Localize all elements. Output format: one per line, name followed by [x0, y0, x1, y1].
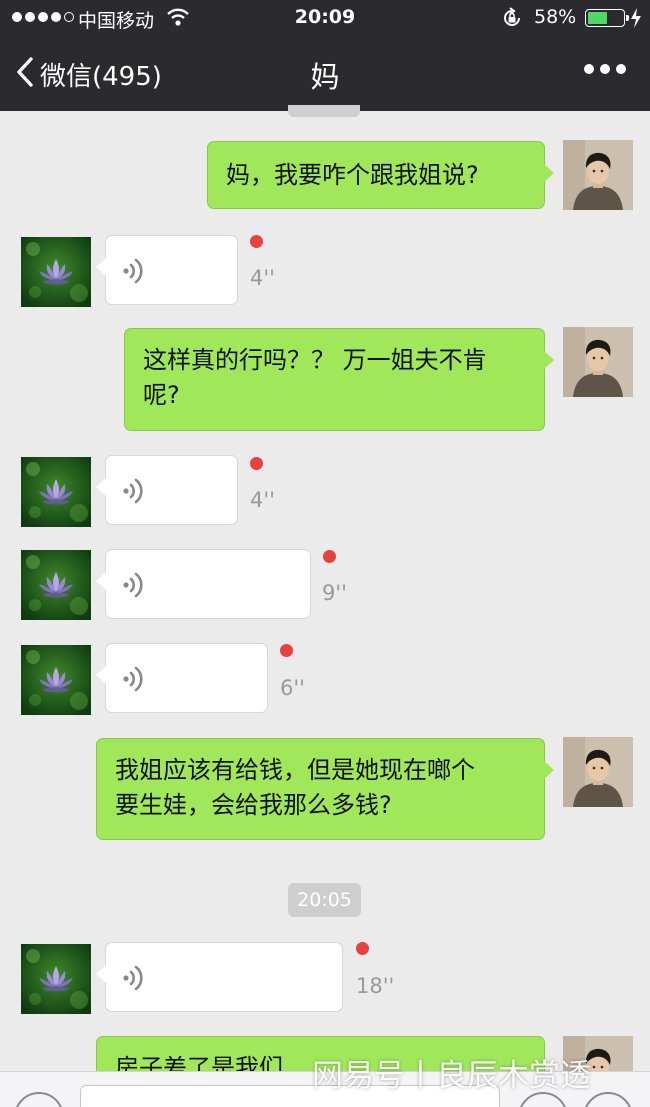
voice-duration: 6''	[280, 676, 305, 700]
unread-dot	[323, 550, 336, 563]
contact-avatar[interactable]	[21, 237, 91, 307]
contact-avatar[interactable]	[21, 457, 91, 527]
voice-message-bubble[interactable]	[96, 549, 311, 619]
time-stamp: 20:05	[288, 883, 361, 917]
chat-title: 妈	[310, 60, 340, 94]
voice-message-bubble[interactable]	[96, 643, 268, 713]
voice-duration: 18''	[356, 974, 395, 998]
status-bar: 中国移动 20:09 58%	[0, 0, 650, 36]
voice-duration: 4''	[250, 266, 275, 290]
battery-icon	[585, 9, 629, 27]
nav-bar: 微信(495) 妈	[0, 36, 650, 111]
voice-wave-icon	[122, 664, 146, 698]
voice-toggle-button[interactable]	[14, 1092, 64, 1107]
outgoing-text-bubble[interactable]: 我姐应该有给钱，但是她现在啷个 要生娃，会给我那么多钱?	[96, 738, 554, 840]
contact-avatar[interactable]	[21, 550, 91, 620]
voice-wave-icon	[122, 256, 146, 290]
my-avatar[interactable]	[563, 327, 633, 397]
outgoing-text-bubble[interactable]: 妈，我要咋个跟我姐说?	[207, 141, 554, 209]
battery-percent: 58%	[534, 6, 577, 28]
voice-wave-icon	[122, 476, 146, 510]
rotation-lock-icon	[501, 7, 523, 34]
my-avatar[interactable]	[563, 140, 633, 210]
unread-dot	[356, 942, 369, 955]
contact-avatar[interactable]	[21, 944, 91, 1014]
unread-dot	[280, 644, 293, 657]
voice-message-bubble[interactable]	[96, 455, 238, 525]
outgoing-text-bubble[interactable]: 这样真的行吗？？ 万一姐夫不肯 呢?	[124, 328, 554, 431]
chat-screen: 中国移动 20:09 58% 微信(495) 妈 妈，我要咋个跟我姐说? 4''…	[0, 0, 650, 1107]
watermark: 网易号丨良辰木赏透	[312, 1058, 591, 1094]
voice-duration: 4''	[250, 488, 275, 512]
voice-message-bubble[interactable]	[96, 942, 343, 1012]
contact-avatar[interactable]	[21, 645, 91, 715]
voice-wave-icon	[122, 963, 146, 997]
voice-message-bubble[interactable]	[96, 235, 238, 305]
my-avatar[interactable]	[563, 737, 633, 807]
voice-wave-icon	[122, 570, 146, 604]
previous-timestamp-stub	[288, 105, 360, 117]
unread-dot	[250, 235, 263, 248]
unread-dot	[250, 457, 263, 470]
voice-duration: 9''	[322, 581, 347, 605]
more-dots-icon[interactable]	[584, 64, 626, 74]
charging-icon	[630, 8, 642, 33]
